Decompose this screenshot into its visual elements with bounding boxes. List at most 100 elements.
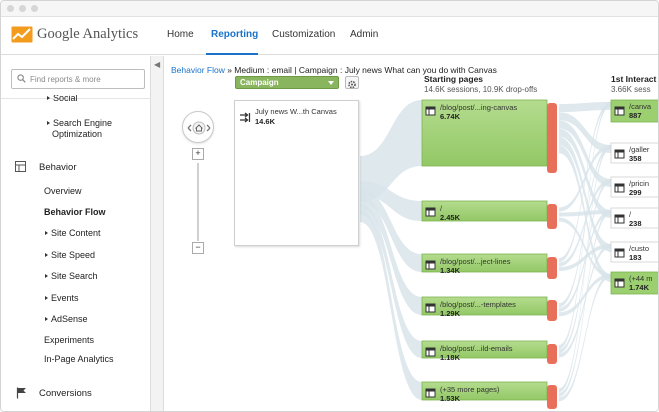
dimension-select[interactable]: Campaign <box>235 76 339 89</box>
page-table-icon <box>614 248 625 258</box>
sidebar: Social Search Engine Optimization Behavi… <box>1 56 151 411</box>
interaction-node-value: 1.74K <box>629 283 650 292</box>
starting-page-value: 1.53K <box>440 394 461 403</box>
expand-arrow-icon <box>45 274 48 278</box>
expand-arrow-icon <box>47 96 50 100</box>
interaction-node-value: 358 <box>629 154 642 163</box>
nav-home[interactable]: Home <box>167 29 194 40</box>
sidebar-collapse-handle[interactable]: ◀ <box>151 56 164 411</box>
starting-pages-title: Starting pages <box>424 74 484 84</box>
nav-admin[interactable]: Admin <box>350 29 378 40</box>
search-box[interactable] <box>11 69 145 89</box>
sidebar-item-overview[interactable]: Overview <box>44 186 82 196</box>
page-table-icon-header <box>615 184 624 187</box>
interaction-node-value: 238 <box>629 219 642 228</box>
starting-page-label: /blog/post/...ject-lines <box>440 257 511 266</box>
starting-page-label: /blog/post/...ing-canvas <box>440 103 518 112</box>
zoom-in-button[interactable]: + <box>192 148 204 160</box>
interaction-node-label: / <box>629 210 632 219</box>
sidebar-item-label: Events <box>51 293 79 303</box>
source-node-label: July news W...th Canvas <box>255 107 337 116</box>
sidebar-item-site-speed[interactable]: Site Speed <box>45 250 95 260</box>
starting-page-label: (+35 more pages) <box>440 385 500 394</box>
top-navigation: Google Analytics Home Reporting Customiz… <box>1 17 658 55</box>
behavior-flow-panel: Behavior Flow » Medium : email | Campaig… <box>165 56 658 411</box>
interaction-node-value: 887 <box>629 111 642 120</box>
sidebar-item-adsense[interactable]: AdSense <box>45 314 88 324</box>
drop-off-bar <box>547 204 557 229</box>
page-table-icon <box>425 347 436 357</box>
sidebar-item-behavior-flow[interactable]: Behavior Flow <box>44 207 106 217</box>
expand-arrow-icon <box>45 296 48 300</box>
page-table-icon-header <box>426 389 435 392</box>
sidebar-item-label: Site Search <box>51 271 98 281</box>
sidebar-item-label: Social <box>53 95 78 103</box>
minimize-window-icon[interactable] <box>19 5 26 12</box>
sidebar-section-conversions[interactable]: Conversions <box>39 388 92 399</box>
page-table-icon-header <box>426 348 435 351</box>
settings-button[interactable] <box>345 76 359 89</box>
collapse-arrow-icon: ◀ <box>154 60 161 69</box>
expand-arrow-icon <box>45 231 48 235</box>
chevron-down-icon <box>328 81 334 85</box>
nav-customization[interactable]: Customization <box>272 29 335 40</box>
sidebar-item-events[interactable]: Events <box>45 293 79 303</box>
analytics-logo-icon <box>11 26 33 43</box>
interaction-node-label: (+44 m <box>629 274 653 283</box>
nav-reporting[interactable]: Reporting <box>211 29 258 40</box>
zoom-slider-track[interactable] <box>197 163 199 241</box>
sidebar-item-label: Site Speed <box>51 250 96 260</box>
sidebar-item-label: Site Content <box>51 228 101 238</box>
search-input[interactable] <box>30 72 140 86</box>
pan-control[interactable] <box>182 111 214 143</box>
zoom-out-button[interactable]: − <box>192 242 204 254</box>
page-table-icon <box>425 388 436 398</box>
page-table-icon-header <box>615 249 624 252</box>
sidebar-item-social[interactable]: Social <box>47 95 78 105</box>
sidebar-item-seo-line2[interactable]: Optimization <box>52 129 102 139</box>
drop-off-bar <box>547 300 557 321</box>
page-table-icon <box>614 106 625 116</box>
interaction-node-value: 183 <box>629 253 642 262</box>
sidebar-item-experiments[interactable]: Experiments <box>44 335 94 345</box>
page-table-icon <box>425 207 436 217</box>
flow-start-to-interaction <box>559 179 611 354</box>
expand-arrow-icon <box>47 121 50 125</box>
page-table-icon-header <box>615 215 624 218</box>
entry-arrows-icon <box>240 112 251 123</box>
sidebar-item-site-content[interactable]: Site Content <box>45 228 101 238</box>
starting-pages-summary: 14.6K sessions, 10.9K drop-offs <box>424 85 538 94</box>
interaction-node-label: /pricin <box>629 179 650 188</box>
page-table-icon <box>425 106 436 116</box>
starting-page-value: 1.34K <box>440 266 461 275</box>
maximize-window-icon[interactable] <box>31 5 38 12</box>
drop-off-bar <box>547 257 557 279</box>
breadcrumb-link[interactable]: Behavior Flow <box>171 65 225 75</box>
interaction-node-label: /galler <box>629 145 650 154</box>
expand-arrow-icon <box>45 317 48 321</box>
page-table-icon-header <box>615 279 624 282</box>
interaction-node-value: 299 <box>629 188 642 197</box>
sidebar-item-in-page-analytics[interactable]: In-Page Analytics <box>44 354 114 364</box>
interaction-node-label: /custo <box>629 244 650 253</box>
sidebar-item-label: Search Engine <box>53 118 113 128</box>
sidebar-section-behavior[interactable]: Behavior <box>39 162 77 173</box>
close-window-icon[interactable] <box>7 5 14 12</box>
starting-page-value: 2.45K <box>440 213 461 222</box>
logo[interactable]: Google Analytics <box>11 26 138 43</box>
interaction-node-label: /canva <box>629 102 652 111</box>
drop-off-bar <box>547 103 557 173</box>
sidebar-item-seo[interactable]: Search Engine <box>47 118 112 128</box>
starting-page-label: /blog/post/...ild-emails <box>440 344 513 353</box>
sidebar-item-site-search[interactable]: Site Search <box>45 271 98 281</box>
first-interaction-summary: 3.66K sess <box>611 85 651 94</box>
page-table-icon <box>614 214 625 224</box>
source-node[interactable]: July news W...th Canvas 14.6K <box>234 100 359 246</box>
pan-home-icon <box>187 121 211 135</box>
page-table-icon <box>614 278 625 288</box>
page-table-icon-header <box>615 150 624 153</box>
starting-page-value: 6.74K <box>440 112 461 121</box>
dimension-select-value: Campaign <box>240 78 279 87</box>
starting-page-label: /blog/post/...-templates <box>440 300 516 309</box>
first-interaction-title: 1st Interact <box>611 74 657 84</box>
